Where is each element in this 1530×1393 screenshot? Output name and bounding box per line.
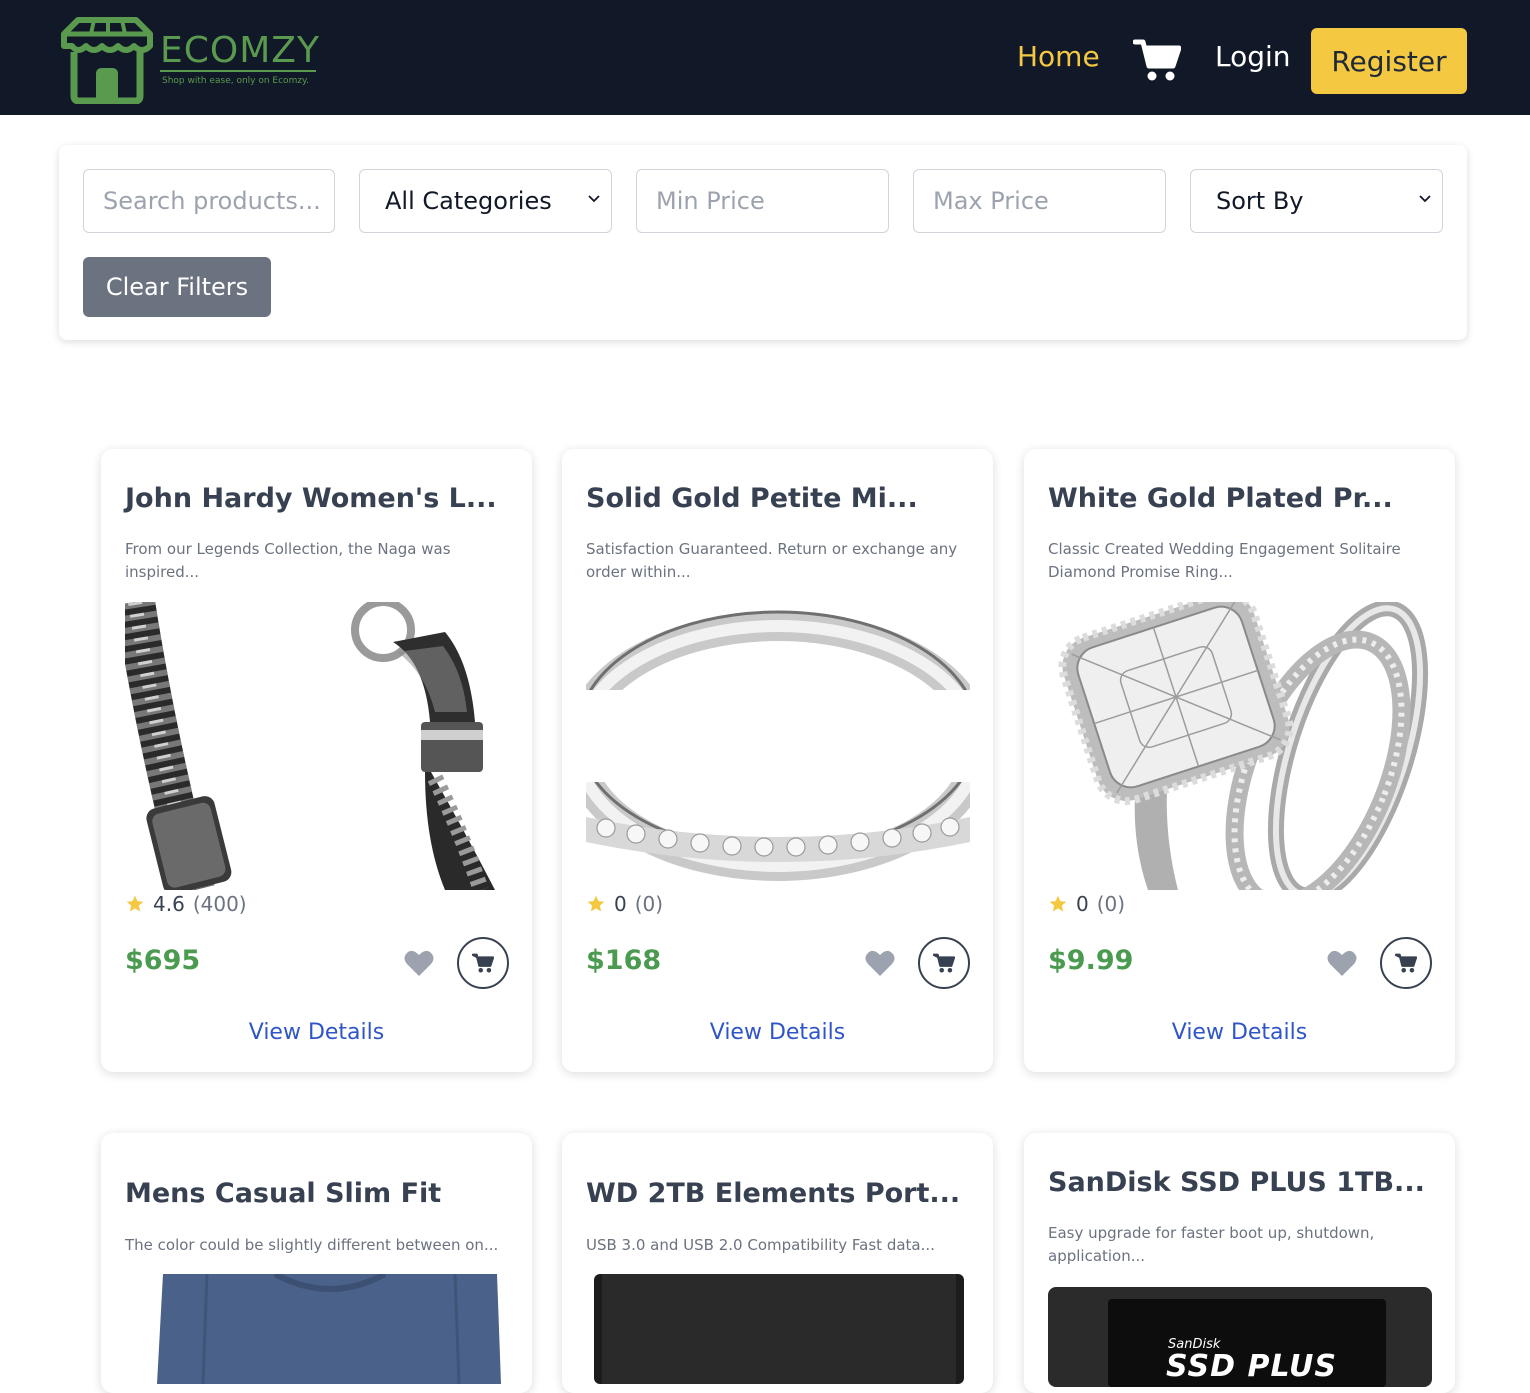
brand-name: ECOMZY <box>160 30 320 71</box>
product-title[interactable]: John Hardy Women's L... <box>125 483 497 514</box>
product-title[interactable]: White Gold Plated Pr... <box>1048 483 1393 514</box>
heart-icon[interactable] <box>404 949 434 977</box>
navbar: ECOMZY Shop with ease, only on Ecomzy. H… <box>0 0 1530 115</box>
hard-drive-image <box>586 1274 970 1384</box>
product-image[interactable] <box>586 602 970 890</box>
nav-login-link[interactable]: Login <box>1215 40 1291 73</box>
min-price-input[interactable]: Min Price <box>636 169 889 233</box>
sort-select-value: Sort By <box>1216 187 1304 215</box>
view-details-link[interactable]: View Details <box>101 1020 532 1045</box>
product-card[interactable]: Solid Gold Petite Mi... Satisfaction Gua… <box>562 449 993 1072</box>
ring-band-image <box>586 602 970 890</box>
product-title[interactable]: SanDisk SSD PLUS 1TB... <box>1048 1167 1425 1198</box>
rating-value: 0 <box>1076 892 1089 916</box>
engagement-ring-image <box>1048 602 1432 890</box>
product-price: $9.99 <box>1048 945 1134 976</box>
shopping-cart-icon <box>1132 39 1182 81</box>
category-select-value: All Categories <box>385 187 552 215</box>
product-rating: 0 (0) <box>586 892 663 916</box>
brand-underline <box>160 70 316 72</box>
product-title[interactable]: Mens Casual Slim Fit <box>125 1178 441 1209</box>
product-image[interactable] <box>1048 602 1432 890</box>
chevron-down-icon <box>588 195 600 203</box>
product-description: Classic Created Wedding Engagement Solit… <box>1048 540 1401 581</box>
shirt-image <box>125 1274 509 1384</box>
heart-icon[interactable] <box>1327 949 1357 977</box>
product-price: $168 <box>586 945 662 976</box>
rating-count: (400) <box>192 892 247 916</box>
product-description: The color could be slightly different be… <box>125 1236 499 1254</box>
star-icon <box>1049 895 1067 912</box>
star-icon <box>587 895 605 912</box>
register-button[interactable]: Register <box>1311 28 1467 94</box>
product-card[interactable]: John Hardy Women's L... From our Legends… <box>101 449 532 1072</box>
product-card[interactable]: SanDisk SSD PLUS 1TB... Easy upgrade for… <box>1024 1133 1455 1393</box>
product-image[interactable] <box>125 602 509 890</box>
sort-select[interactable]: Sort By <box>1190 169 1443 233</box>
bracelet-image <box>125 602 509 890</box>
rating-count: (0) <box>634 892 664 916</box>
product-card[interactable]: Mens Casual Slim Fit The color could be … <box>101 1133 532 1393</box>
product-rating: 0 (0) <box>1048 892 1125 916</box>
product-image[interactable] <box>125 1274 509 1384</box>
rating-value: 0 <box>614 892 627 916</box>
clear-filters-button[interactable]: Clear Filters <box>83 257 271 317</box>
product-description: Easy upgrade for faster boot up, shutdow… <box>1048 1224 1375 1265</box>
rating-value: 4.6 <box>153 892 185 916</box>
product-description: From our Legends Collection, the Naga wa… <box>125 540 451 581</box>
product-card[interactable]: WD 2TB Elements Port... USB 3.0 and USB … <box>562 1133 993 1393</box>
product-title[interactable]: Solid Gold Petite Mi... <box>586 483 918 514</box>
chevron-down-icon <box>1419 195 1431 203</box>
product-card[interactable]: White Gold Plated Pr... Classic Created … <box>1024 449 1455 1072</box>
add-to-cart-button[interactable] <box>918 937 970 989</box>
add-to-cart-button[interactable] <box>457 937 509 989</box>
shopping-cart-icon <box>1395 953 1417 973</box>
add-to-cart-button[interactable] <box>1380 937 1432 989</box>
product-image[interactable]: SanDisk SSD PLUS <box>1048 1287 1432 1387</box>
star-icon <box>126 895 144 912</box>
view-details-link[interactable]: View Details <box>562 1020 993 1045</box>
filter-panel: Search products... All Categories Min Pr… <box>59 145 1467 340</box>
category-select[interactable]: All Categories <box>359 169 612 233</box>
search-input[interactable]: Search products... <box>83 169 335 233</box>
heart-icon[interactable] <box>865 949 895 977</box>
product-rating: 4.6 (400) <box>125 892 247 916</box>
ssd-image: SanDisk SSD PLUS <box>1048 1287 1432 1387</box>
brand-tagline: Shop with ease, only on Ecomzy. <box>162 76 309 86</box>
shopping-cart-icon <box>933 953 955 973</box>
view-details-link[interactable]: View Details <box>1024 1020 1455 1045</box>
product-title[interactable]: WD 2TB Elements Port... <box>586 1178 960 1209</box>
rating-count: (0) <box>1096 892 1126 916</box>
nav-home-link[interactable]: Home <box>1017 40 1100 73</box>
product-image[interactable] <box>586 1274 970 1384</box>
product-description: Satisfaction Guaranteed. Return or excha… <box>586 540 958 581</box>
product-price: $695 <box>125 945 201 976</box>
max-price-input[interactable]: Max Price <box>913 169 1166 233</box>
brand-logo[interactable]: ECOMZY Shop with ease, only on Ecomzy. <box>58 16 328 104</box>
product-description: USB 3.0 and USB 2.0 Compatibility Fast d… <box>586 1236 935 1254</box>
ssd-product-label: SSD PLUS <box>1166 1349 1337 1384</box>
storefront-logo-icon <box>61 17 153 104</box>
nav-cart-button[interactable] <box>1132 38 1182 82</box>
shopping-cart-icon <box>472 953 494 973</box>
